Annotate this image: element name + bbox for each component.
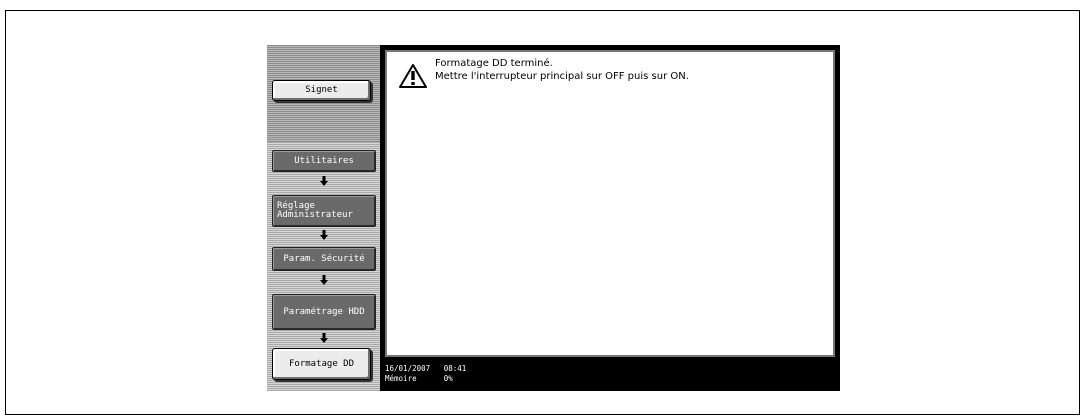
down-arrow-icon <box>317 229 331 240</box>
breadcrumb-admin-settings-button[interactable]: Réglage Administrateur <box>272 195 376 227</box>
memory-row: Mémoire 0% <box>385 374 453 384</box>
breadcrumb-hdd-settings-button[interactable]: Paramétrage HDD <box>272 294 376 330</box>
status-bar: 16/01/2007 08:41 Mémoire 0% <box>383 362 840 391</box>
message-line-1: Formatage DD terminé. <box>435 58 553 69</box>
datetime-row: 16/01/2007 08:41 <box>385 364 467 374</box>
down-arrow-icon <box>317 332 331 343</box>
down-arrow-icon <box>317 274 331 285</box>
message-line-2: Mettre l'interrupteur principal sur OFF … <box>435 70 689 82</box>
control-panel-screen: Signet Utilitaires Réglage Administrateu… <box>267 45 840 391</box>
message-area: Formatage DD terminé. Mettre l'interrupt… <box>385 50 835 357</box>
breadcrumb-hdd-format-label: Formatage DD <box>288 358 355 369</box>
breadcrumb-hdd-format-button[interactable]: Formatage DD <box>272 348 371 380</box>
breadcrumb-security-label: Param. Sécurité <box>283 253 365 264</box>
warning-icon <box>399 64 427 92</box>
breadcrumb-utilities-label: Utilitaires <box>294 155 354 166</box>
status-date: 16/01/2007 <box>385 364 431 373</box>
breadcrumb-hdd-settings-label: Paramétrage HDD <box>283 306 365 317</box>
memory-value: 0% <box>443 374 453 383</box>
down-arrow-icon <box>317 175 331 186</box>
sidebar: Signet Utilitaires Réglage Administrateu… <box>267 45 380 391</box>
breadcrumb-security-button[interactable]: Param. Sécurité <box>272 247 376 271</box>
status-time: 08:41 <box>443 364 467 373</box>
breadcrumb-utilities-button[interactable]: Utilitaires <box>272 150 376 172</box>
bookmark-button-label: Signet <box>305 85 338 95</box>
message-text: Formatage DD terminé. Mettre l'interrupt… <box>435 58 689 83</box>
memory-label: Mémoire <box>385 374 417 383</box>
bookmark-button[interactable]: Signet <box>272 80 371 101</box>
breadcrumb-admin-settings-label: Réglage Administrateur <box>277 201 353 220</box>
